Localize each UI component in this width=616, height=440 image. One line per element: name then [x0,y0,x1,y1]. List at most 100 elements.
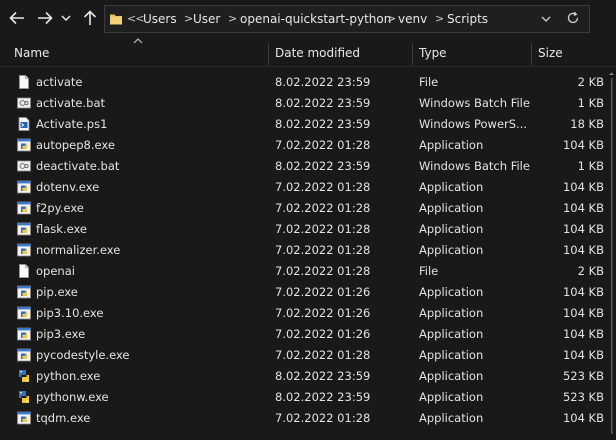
column-divider[interactable] [412,43,413,65]
file-name[interactable]: pip.exe [36,282,266,303]
vertical-scrollbar[interactable] [607,72,616,440]
file-row[interactable]: pip.exe 7.02.2022 01:26 Application 104 KB [0,282,616,303]
file-name[interactable]: activate.bat [36,93,266,114]
forward-button[interactable] [34,6,56,30]
address-history-dropdown[interactable] [541,13,551,27]
file-date-modified: 7.02.2022 01:28 [275,222,371,236]
python-exe-icon [16,242,32,258]
file-size: 104 KB [562,285,604,299]
file-row[interactable]: pycodestyle.exe 7.02.2022 01:28 Applicatio… [0,345,616,366]
file-type: Application [419,201,484,215]
file-row[interactable]: activate.bat 8.02.2022 23:59 Windows Batch… [0,93,616,114]
back-button[interactable] [6,6,28,30]
file-date-modified: 7.02.2022 01:28 [275,264,371,278]
file-name[interactable]: pip3.10.exe [36,303,266,324]
file-date-modified: 8.02.2022 23:59 [275,96,371,110]
breadcrumb-separator[interactable]: > [184,12,193,25]
breadcrumb-separator[interactable]: > [435,12,444,25]
file-name[interactable]: openai [36,261,266,282]
file-size: 104 KB [562,222,604,236]
breadcrumb-separator[interactable]: > [228,12,237,25]
file-type: Application [419,411,484,425]
file-name[interactable]: autopep8.exe [36,135,266,156]
file-size: 104 KB [562,411,604,425]
file-name[interactable]: flask.exe [36,219,266,240]
file-name[interactable]: normalizer.exe [36,240,266,261]
file-row[interactable]: pythonw.exe 8.02.2022 23:59 Application 523… [0,387,616,408]
file-type: File [419,264,439,278]
column-header-size[interactable]: Size [536,40,606,66]
file-date-modified: 8.02.2022 23:59 [275,159,371,173]
file-type: Application [419,348,484,362]
column-header-type[interactable]: Type [417,40,529,66]
breadcrumb-users[interactable]: Users [143,12,177,26]
file-row[interactable]: dotenv.exe 7.02.2022 01:28 Application 104 … [0,177,616,198]
refresh-icon [567,11,579,24]
file-date-modified: 7.02.2022 01:28 [275,180,371,194]
column-header-name[interactable]: Name [12,40,267,66]
file-row[interactable]: deactivate.bat 8.02.2022 23:59 Windows Bat… [0,156,616,177]
file-row[interactable]: flask.exe 7.02.2022 01:28 Application 104 K… [0,219,616,240]
breadcrumb-venv[interactable]: venv [398,12,427,26]
hidden-path-chevron[interactable]: << [127,12,144,25]
file-size: 523 KB [562,369,604,383]
file-size: 1 KB [577,159,604,173]
file-row[interactable]: autopep8.exe 7.02.2022 01:28 Application 10… [0,135,616,156]
file-name[interactable]: pythonw.exe [36,387,266,408]
file-size: 104 KB [562,138,604,152]
file-row[interactable]: normalizer.exe 7.02.2022 01:28 Application… [0,240,616,261]
file-name[interactable]: f2py.exe [36,198,266,219]
file-list: activate 8.02.2022 23:59 File 2 KB activate.… [0,72,616,429]
file-type: Windows Batch File [419,96,530,110]
file-name[interactable]: tqdm.exe [36,408,266,429]
file-type: Application [419,180,484,194]
file-row[interactable]: python.exe 8.02.2022 23:59 Application 523 … [0,366,616,387]
breadcrumb-scripts[interactable]: Scripts [447,12,488,26]
file-date-modified: 7.02.2022 01:28 [275,348,371,362]
file-name[interactable]: deactivate.bat [36,156,266,177]
file-size: 104 KB [562,180,604,194]
file-size: 104 KB [562,201,604,215]
chevron-down-icon [61,15,71,22]
file-date-modified: 7.02.2022 01:26 [275,285,371,299]
file-row[interactable]: openai 7.02.2022 01:28 File 2 KB [0,261,616,282]
file-row[interactable]: pip3.10.exe 7.02.2022 01:26 Application 104… [0,303,616,324]
python-exe-icon [16,410,32,426]
file-name[interactable]: pip3.exe [36,324,266,345]
file-size: 104 KB [562,327,604,341]
python-exe-icon [16,326,32,342]
file-icon [16,74,32,90]
file-name[interactable]: activate [36,72,266,93]
breadcrumb-separator[interactable]: > [387,12,396,25]
recent-locations-button[interactable] [58,6,74,30]
python-exe-icon [16,347,32,363]
file-date-modified: 8.02.2022 23:59 [275,369,371,383]
up-button[interactable] [79,6,101,30]
file-name[interactable]: dotenv.exe [36,177,266,198]
file-row[interactable]: tqdm.exe 7.02.2022 01:28 Application 104 KB [0,408,616,429]
arrow-left-icon [9,11,24,25]
file-type: Application [419,369,484,383]
batch-file-icon [16,95,32,111]
file-size: 2 KB [577,264,604,278]
refresh-button[interactable] [566,11,580,28]
file-date-modified: 7.02.2022 01:26 [275,306,371,320]
file-row[interactable]: f2py.exe 7.02.2022 01:28 Application 104 KB [0,198,616,219]
column-divider[interactable] [268,43,269,65]
column-headers: Name Date modified Type Size [0,38,616,67]
file-name[interactable]: python.exe [36,366,266,387]
file-row[interactable]: activate 8.02.2022 23:59 File 2 KB [0,72,616,93]
file-size: 2 KB [577,75,604,89]
address-bar[interactable]: << Users > User > openai-quickstart-pyth… [104,5,590,33]
file-date-modified: 7.02.2022 01:28 [275,411,371,425]
column-divider[interactable] [531,43,532,65]
breadcrumb-user[interactable]: User [193,12,220,26]
python-exe-icon [16,179,32,195]
breadcrumb-openai-quickstart-python[interactable]: openai-quickstart-python [240,12,391,26]
file-name[interactable]: Activate.ps1 [36,114,266,135]
file-row[interactable]: Activate.ps1 8.02.2022 23:59 Windows Power… [0,114,616,135]
file-size: 18 KB [570,117,604,131]
file-row[interactable]: pip3.exe 7.02.2022 01:26 Application 104 KB [0,324,616,345]
file-name[interactable]: pycodestyle.exe [36,345,266,366]
column-header-date-modified[interactable]: Date modified [273,40,411,66]
